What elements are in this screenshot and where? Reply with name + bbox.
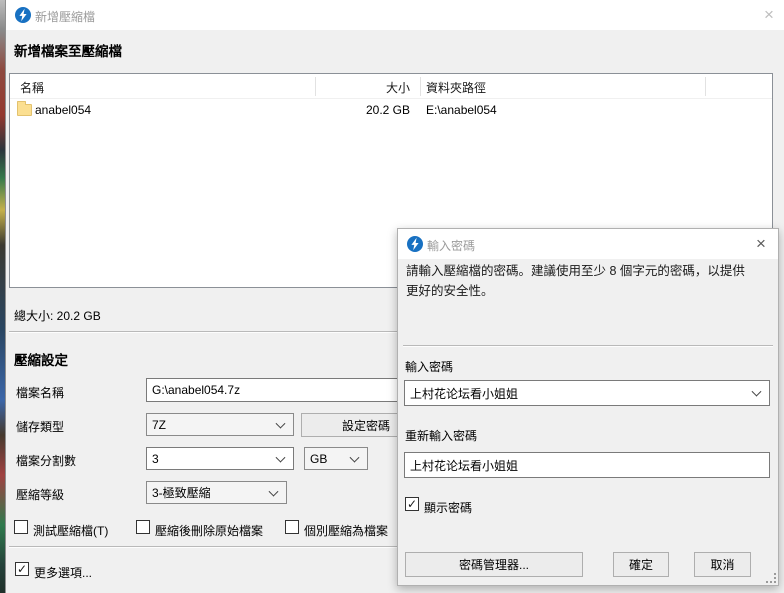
archive-type-label: 儲存類型 — [16, 418, 64, 435]
compression-level-select[interactable]: 3-極致壓縮 — [146, 481, 287, 504]
bandizip-icon — [407, 236, 423, 252]
row-size: 20.2 GB — [322, 103, 410, 117]
chevron-down-icon — [276, 452, 286, 462]
split-count-value: 3 — [152, 452, 159, 466]
split-unit-select[interactable]: GB — [304, 447, 368, 470]
password-description-line1: 請輸入壓縮檔的密碼。建議使用至少 8 個字元的密碼，以提供 — [406, 262, 745, 281]
bandizip-icon — [15, 7, 31, 23]
split-count-input[interactable]: 3 — [146, 447, 294, 470]
table-row[interactable]: anabel054 20.2 GB E:\anabel054 — [10, 101, 772, 121]
show-password-label: 顯示密碼 — [424, 499, 472, 516]
password-titlebar[interactable]: 輸入密碼 × — [398, 229, 778, 259]
row-name: anabel054 — [35, 103, 91, 117]
password-value: 上村花论坛看小姐姐 — [410, 385, 518, 402]
individual-compress-label: 個別壓縮為檔案 — [304, 522, 388, 539]
delete-after-checkbox[interactable] — [136, 520, 150, 534]
password-label: 輸入密碼 — [405, 358, 453, 375]
screen: 新增壓縮檔 × 新增檔案至壓縮檔 名稱 大小 資料夾路徑 anabel054 2… — [0, 0, 784, 593]
enter-password-dialog: 輸入密碼 × 請輸入壓縮檔的密碼。建議使用至少 8 個字元的密碼，以提供 更好的… — [397, 228, 779, 586]
column-divider[interactable] — [315, 77, 316, 96]
test-archive-label: 測試壓縮檔(T) — [33, 522, 108, 539]
chevron-down-icon — [752, 387, 762, 397]
column-divider[interactable] — [420, 77, 421, 96]
password-input[interactable]: 上村花论坛看小姐姐 — [404, 380, 770, 406]
file-list-header[interactable]: 名稱 大小 資料夾路徑 — [10, 74, 772, 99]
confirm-password-label: 重新輸入密碼 — [405, 427, 477, 444]
cancel-button[interactable]: 取消 — [694, 552, 751, 577]
chevron-down-icon — [269, 486, 279, 496]
archive-type-select[interactable]: 7Z — [146, 413, 294, 436]
file-name-label: 檔案名稱 — [16, 384, 64, 401]
main-titlebar[interactable]: 新增壓縮檔 × — [6, 0, 784, 30]
column-header-path[interactable]: 資料夾路徑 — [426, 79, 486, 96]
compression-level-label: 壓縮等級 — [16, 486, 64, 503]
archive-type-value: 7Z — [152, 418, 166, 432]
compression-settings-header: 壓縮設定 — [14, 349, 68, 369]
resize-grip[interactable] — [766, 573, 776, 583]
add-files-header: 新增檔案至壓縮檔 — [14, 40, 122, 60]
more-options-label: 更多選項... — [34, 564, 92, 581]
password-manager-button[interactable]: 密碼管理器... — [405, 552, 583, 577]
password-description-line2: 更好的安全性。 — [406, 282, 494, 301]
close-icon[interactable]: × — [746, 233, 776, 255]
divider — [403, 345, 773, 347]
chevron-down-icon — [350, 452, 360, 462]
row-path: E:\anabel054 — [426, 103, 497, 117]
show-password-checkbox[interactable] — [405, 497, 419, 511]
window-title: 新增壓縮檔 — [35, 8, 95, 25]
close-icon[interactable]: × — [754, 4, 784, 26]
column-header-size[interactable]: 大小 — [322, 79, 410, 96]
dialog-title: 輸入密碼 — [427, 237, 475, 254]
individual-compress-checkbox[interactable] — [285, 520, 299, 534]
column-divider[interactable] — [705, 77, 706, 96]
column-header-name[interactable]: 名稱 — [20, 79, 44, 96]
delete-after-label: 壓縮後刪除原始檔案 — [155, 522, 263, 539]
chevron-down-icon — [276, 418, 286, 428]
split-count-label: 檔案分割數 — [16, 452, 76, 469]
more-options-checkbox[interactable] — [15, 562, 29, 576]
ok-button[interactable]: 確定 — [613, 552, 669, 577]
confirm-password-input[interactable]: 上村花论坛看小姐姐 — [404, 452, 770, 478]
split-unit-value: GB — [310, 452, 327, 466]
folder-icon — [17, 104, 32, 116]
test-archive-checkbox[interactable] — [14, 520, 28, 534]
total-size-label: 總大小: 20.2 GB — [14, 307, 101, 324]
compression-level-value: 3-極致壓縮 — [152, 484, 211, 501]
